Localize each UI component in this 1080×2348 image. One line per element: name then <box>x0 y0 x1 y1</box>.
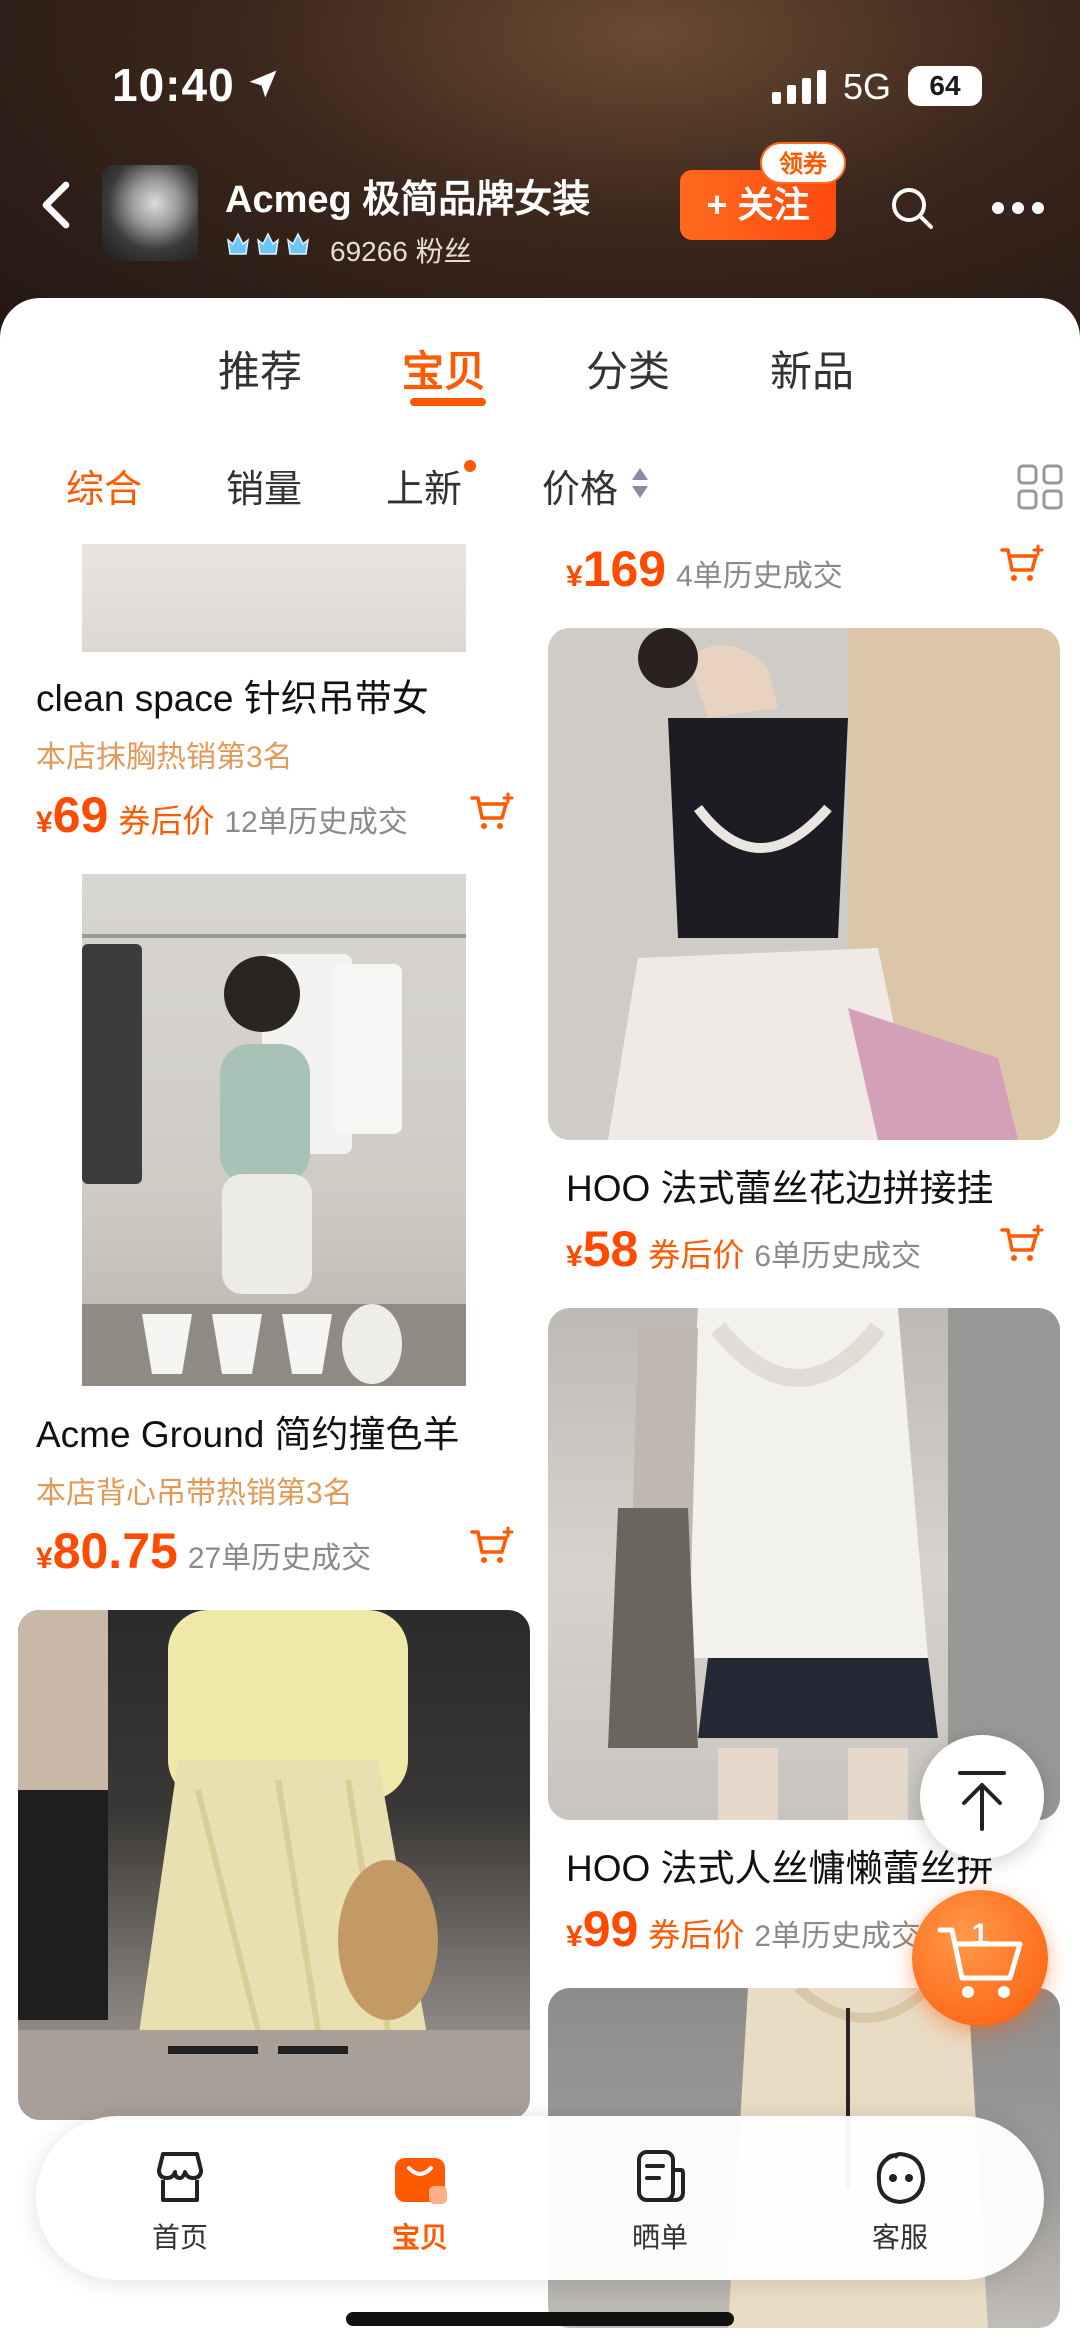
more-options-icon[interactable] <box>990 200 1046 216</box>
tab-products[interactable]: 宝贝 <box>402 338 486 399</box>
product-price-row: ¥ 69 券后价 12单历史成交 <box>36 787 408 843</box>
product-title[interactable]: HOO 法式蕾丝花边拼接挂 <box>566 1158 1046 1212</box>
product-price: 169 <box>582 541 667 597</box>
nav-customer-service[interactable]: 客服 <box>840 2146 960 2256</box>
filter-sales[interactable]: 销量 <box>226 458 302 513</box>
grid-view-icon[interactable] <box>1016 463 1064 511</box>
product-image[interactable] <box>82 544 466 652</box>
sold-count: 27单历史成交 <box>187 1542 372 1575</box>
filter-newest[interactable]: 上新 <box>386 458 462 513</box>
status-time: 10:40 <box>112 59 235 111</box>
crown-icon <box>256 232 280 255</box>
battery-indicator: 64 <box>908 66 982 106</box>
review-icon <box>637 2150 685 2202</box>
sort-arrows-icon[interactable] <box>630 466 650 500</box>
after-coupon-label: 券后价 <box>648 1917 745 1953</box>
filter-overall[interactable]: 综合 <box>66 458 142 513</box>
coupon-badge[interactable]: 领券 <box>760 142 846 184</box>
nav-home[interactable]: 首页 <box>120 2146 240 2256</box>
home-indicator <box>346 2312 734 2326</box>
add-to-cart-icon[interactable] <box>1000 1224 1044 1264</box>
cart-count-badge: 1 <box>971 1918 989 1951</box>
shop-tabs: 推荐 宝贝 分类 新品 <box>0 338 1080 418</box>
product-price: 99 <box>582 1901 639 1957</box>
scroll-to-top-button[interactable] <box>920 1735 1044 1859</box>
shop-avatar[interactable] <box>102 165 198 261</box>
product-rank-badge: 本店背心吊带热销第3名 <box>36 1477 353 1510</box>
floating-cart-button[interactable]: 1 <box>912 1890 1048 2026</box>
signal-icon <box>772 70 826 104</box>
shopping-bag-icon <box>395 2158 447 2204</box>
crown-icon <box>226 232 250 255</box>
product-price-row: ¥ 99 券后价 2单历史成交 <box>566 1901 922 1957</box>
new-indicator-dot <box>464 460 476 472</box>
product-image[interactable] <box>18 1610 530 2120</box>
after-coupon-label: 券后价 <box>118 803 215 839</box>
product-price-row: ¥ 80.75 27单历史成交 <box>36 1523 372 1579</box>
product-image[interactable] <box>82 874 466 1386</box>
nav-label: 首页 <box>151 2222 208 2253</box>
product-photo <box>548 628 1060 1140</box>
sold-count: 6单历史成交 <box>754 1240 922 1273</box>
product-rank-badge: 本店抹胸热销第3名 <box>36 741 293 774</box>
nav-label: 客服 <box>871 2222 928 2253</box>
shop-level-badges <box>225 230 311 258</box>
product-price-row: ¥ 58 券后价 6单历史成交 <box>566 1221 922 1277</box>
status-bar: 10:40 5G 64 <box>0 0 1080 170</box>
bottom-navigation: 首页 宝贝 晒单 客服 <box>36 2116 1044 2280</box>
product-price: 80.75 <box>52 1523 178 1579</box>
product-image[interactable] <box>548 628 1060 1140</box>
sold-count: 2单历史成交 <box>754 1920 922 1953</box>
nav-products[interactable]: 宝贝 <box>360 2146 480 2256</box>
product-photo <box>82 934 466 1386</box>
after-coupon-label: 券后价 <box>648 1237 745 1273</box>
nav-label: 宝贝 <box>391 2222 448 2253</box>
fans-count: 69266 粉丝 <box>330 236 472 267</box>
shop-header: 10:40 5G 64 Acmeg 极简品牌女装 69266 粉丝 + 关注 领… <box>0 0 1080 340</box>
sort-filters: 综合 销量 上新 价格 <box>0 458 1080 528</box>
add-to-cart-icon[interactable] <box>1000 544 1044 584</box>
filter-price[interactable]: 价格 <box>542 458 618 513</box>
tab-categories[interactable]: 分类 <box>586 338 670 399</box>
sold-count: 4单历史成交 <box>676 560 843 593</box>
network-type: 5G <box>843 66 892 107</box>
product-price-row: ¥ 169 4单历史成交 <box>566 541 843 597</box>
tab-new[interactable]: 新品 <box>770 338 854 399</box>
shopping-cart-icon <box>937 1927 1023 1998</box>
shop-home-icon <box>157 2152 203 2202</box>
customer-service-icon <box>876 2151 926 2205</box>
add-to-cart-icon[interactable] <box>470 1526 514 1566</box>
product-title[interactable]: Acme Ground 简约撞色羊 <box>36 1404 516 1458</box>
back-arrow-icon[interactable] <box>36 180 76 230</box>
sold-count: 12单历史成交 <box>224 806 408 839</box>
add-to-cart-icon[interactable] <box>470 792 514 832</box>
nav-reviews[interactable]: 晒单 <box>600 2146 720 2256</box>
product-price: 58 <box>582 1221 639 1277</box>
location-arrow-icon <box>249 70 277 98</box>
arrow-up-icon <box>958 1771 1006 1831</box>
nav-label: 晒单 <box>631 2222 688 2253</box>
product-title[interactable]: clean space 针织吊带女 <box>36 668 486 722</box>
product-photo <box>18 1610 530 2120</box>
crown-icon <box>286 232 310 255</box>
search-icon[interactable] <box>888 184 936 232</box>
product-price: 69 <box>52 787 109 843</box>
tab-recommend[interactable]: 推荐 <box>218 338 302 399</box>
shop-name[interactable]: Acmeg 极简品牌女装 <box>225 168 590 223</box>
active-tab-indicator <box>410 398 486 406</box>
